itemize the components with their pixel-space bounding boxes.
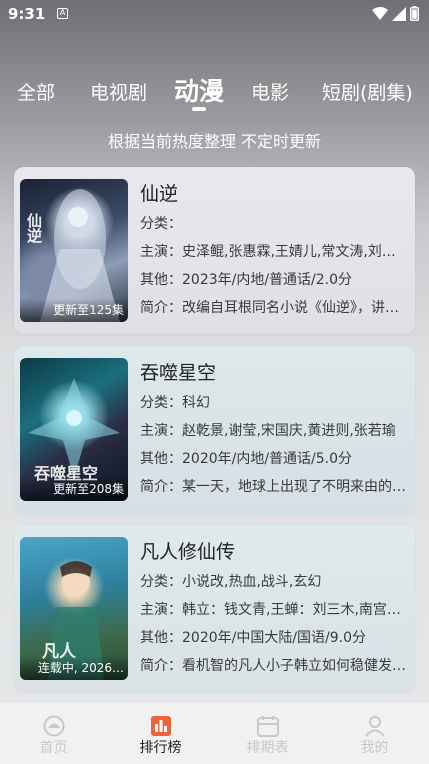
card-title[interactable]: 吞噬星空 [140, 358, 216, 385]
nav-home[interactable]: 首页 [0, 703, 107, 764]
nav-label: 我的 [360, 740, 389, 756]
tab-tv-series[interactable]: 电视剧 [90, 78, 147, 105]
nav-label: 首页 [39, 740, 68, 756]
ranking-card[interactable]: 凡人 连载中, 2026… 凡人修仙传 分类：小说改,热血,战斗,玄幻 主演：韩… [14, 525, 415, 692]
genre-text: 分类：科幻 [140, 395, 210, 411]
ranking-card[interactable]: 吞噬星空 更新至208集 吞噬星空 分类：科幻 主演：赵乾景,谢莹,宋国庆,黄进… [14, 346, 415, 513]
status-indicators [372, 6, 419, 21]
cast-text: 主演：赵乾景,谢莹,宋国庆,黄进则,张若瑜 [140, 423, 396, 439]
genre-text: 分类： [140, 216, 182, 232]
category-tabs: 全部 电视剧 动漫 电影 短剧(剧集) [0, 70, 429, 114]
tab-anime[interactable]: 动漫 [174, 72, 224, 108]
status-bar: 9:31 A [0, 0, 429, 30]
ranking-card[interactable]: 仙逆 更新至125集 仙逆 分类： 主演：史泽鲲,张惠霖,王婧儿,常文涛,刘… … [14, 167, 415, 334]
summary-text: 简介：改编自耳根同名小说《仙逆》，讲… [140, 300, 399, 316]
summary-text: 简介：看机智的凡人小子韩立如何稳健发… [140, 658, 406, 674]
nav-ranking[interactable]: 排行榜 [107, 703, 214, 764]
genre-text: 分类：小说改,热血,战斗,玄幻 [140, 574, 322, 590]
card-title[interactable]: 凡人修仙传 [140, 537, 235, 564]
poster-image[interactable]: 吞噬星空 更新至208集 [20, 358, 128, 501]
meta-text: 其他：2020年/内地/普通话/5.0分 [140, 451, 353, 467]
status-time: 9:31 [8, 5, 46, 23]
card-title[interactable]: 仙逆 [140, 179, 178, 206]
meta-text: 其他：2020年/中国大陆/国语/9.0分 [140, 630, 367, 646]
episode-badge: 连载中, 2026… [20, 656, 128, 680]
ranking-icon [151, 716, 171, 736]
calendar-icon [257, 716, 279, 737]
poster-logo-text: 仙逆 [25, 213, 43, 243]
cast-text: 主演：史泽鲲,张惠霖,王婧儿,常文涛,刘… [140, 244, 396, 260]
wifi-icon [372, 6, 388, 20]
notification-icon: A [57, 8, 68, 19]
active-tab-indicator [192, 107, 206, 111]
tab-movie[interactable]: 电影 [251, 78, 289, 105]
meta-text: 其他：2023年/内地/普通话/2.0分 [140, 272, 353, 288]
episode-badge: 更新至125集 [20, 298, 128, 322]
bottom-nav: 首页 排行榜 排期表 我的 [0, 703, 429, 764]
profile-icon [365, 716, 385, 737]
home-icon [43, 715, 65, 737]
ranking-subtitle: 根据当前热度整理 不定时更新 [107, 132, 322, 151]
nav-profile[interactable]: 我的 [321, 703, 428, 764]
nav-label: 排期表 [246, 740, 289, 756]
nav-schedule[interactable]: 排期表 [214, 703, 321, 764]
nav-label: 排行榜 [139, 740, 182, 756]
tab-all[interactable]: 全部 [17, 78, 55, 105]
cast-text: 主演：韩立：钱文青,王蝉：刘三木,南宫… [140, 602, 401, 618]
poster-image[interactable]: 仙逆 更新至125集 [20, 179, 128, 322]
battery-icon [410, 6, 419, 21]
poster-image[interactable]: 凡人 连载中, 2026… [20, 537, 128, 680]
signal-icon [392, 6, 406, 21]
summary-text: 简介：某一天，地球上出现了不明来由的… [140, 479, 406, 495]
episode-badge: 更新至208集 [20, 477, 128, 501]
tab-short-drama[interactable]: 短剧(剧集) [322, 78, 413, 105]
